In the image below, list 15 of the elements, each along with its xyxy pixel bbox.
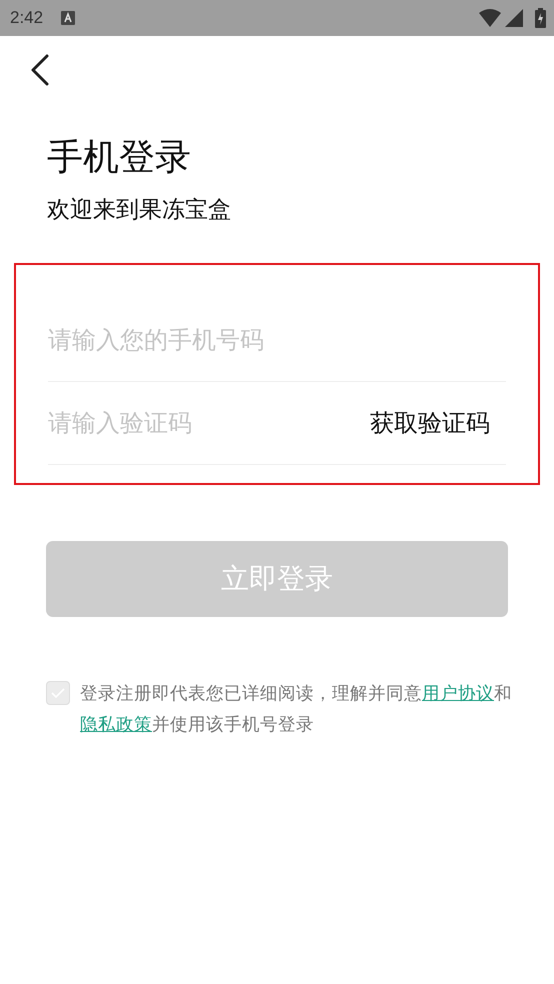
signal-icon: [505, 9, 523, 27]
agreement-text: 登录注册即代表您已详细阅读，理解并同意用户协议和 隐私政策并使用该手机号登录: [80, 683, 513, 737]
agreement-link[interactable]: 隐私政策: [80, 715, 152, 735]
phone-input-field[interactable]: 请输入您的手机号码: [48, 320, 506, 360]
agreement-link[interactable]: 用户协议: [422, 684, 494, 704]
back-button[interactable]: [29, 54, 51, 86]
wifi-icon: [479, 9, 501, 27]
battery-icon: [535, 8, 546, 28]
status-time: 2:42: [10, 8, 44, 28]
keyboard-icon: [61, 11, 76, 25]
code-input-field[interactable]: 请输入验证码: [48, 403, 370, 443]
page-title: 手机登录: [47, 136, 192, 180]
agreement-checkbox[interactable]: [46, 681, 70, 705]
get-code-button[interactable]: 获取验证码: [370, 407, 506, 439]
welcome-subtitle: 欢迎来到果冻宝盒: [47, 196, 231, 225]
